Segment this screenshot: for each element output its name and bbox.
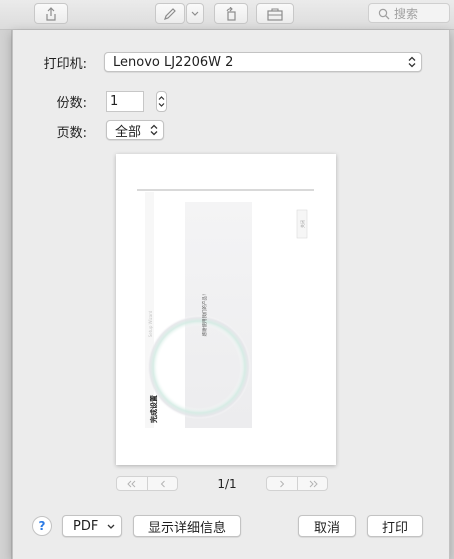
pages-label: 页数: (56, 126, 87, 141)
preview-document: 关闭 感谢使用我们的产品！ Setup Wizard 完成设置 (137, 189, 314, 428)
preview-title-text: 完成设置 (149, 395, 158, 423)
show-details-label: 显示详细信息 (147, 520, 226, 536)
prev-page-button[interactable] (147, 477, 177, 490)
stepper-arrows-icon (158, 96, 165, 107)
double-chevron-left-icon (127, 480, 136, 487)
share-icon (46, 6, 56, 21)
cancel-label: 取消 (313, 520, 340, 536)
next-page-button[interactable] (267, 477, 297, 490)
printer-select[interactable]: Lenovo LJ2206W 2 (104, 52, 422, 72)
window-sidebar-edge (0, 30, 12, 559)
search-placeholder: 搜索 (394, 6, 419, 21)
pdf-menu-button[interactable]: PDF (62, 515, 122, 537)
help-button[interactable]: ? (32, 516, 52, 536)
select-arrows-icon (408, 56, 416, 68)
corner-tag-text: 关闭 (299, 220, 305, 228)
rotate-icon (226, 6, 236, 21)
share-button[interactable] (34, 3, 68, 24)
chevron-down-icon (191, 11, 199, 16)
chevron-left-icon (160, 480, 165, 487)
window-right-edge (450, 30, 454, 559)
page-indicator: 1/1 (217, 477, 237, 491)
first-page-button[interactable] (117, 477, 147, 490)
print-button[interactable]: 打印 (367, 515, 423, 537)
annotate-button[interactable] (155, 3, 185, 24)
pages-value: 全部 (115, 124, 142, 140)
copies-stepper[interactable] (156, 91, 167, 112)
window-toolbar: 搜索 (0, 0, 454, 30)
chevron-right-icon (280, 480, 285, 487)
show-details-button[interactable]: 显示详细信息 (133, 515, 241, 537)
search-icon (378, 8, 390, 20)
print-label: 打印 (381, 520, 408, 536)
printer-value: Lenovo LJ2206W 2 (113, 54, 234, 70)
annotate-menu-button[interactable] (186, 3, 204, 24)
left-margin-band (145, 192, 154, 428)
page-preview: 关闭 感谢使用我们的产品！ Setup Wizard 完成设置 (116, 154, 336, 465)
copies-label: 份数: (56, 96, 87, 111)
preview-side-text: Setup Wizard (148, 310, 153, 337)
prev-page-controls (116, 476, 178, 491)
pen-icon (164, 7, 176, 20)
cancel-button[interactable]: 取消 (298, 515, 356, 537)
help-icon: ? (38, 519, 46, 533)
printer-label: 打印机: (43, 57, 87, 72)
preview-center-text: 感谢使用我们的产品！ (201, 292, 208, 337)
toolbox-icon (267, 7, 283, 21)
decorative-ring (147, 315, 251, 419)
chevron-down-icon (107, 524, 115, 529)
copies-field[interactable]: 1 (106, 91, 144, 112)
double-chevron-right-icon (309, 480, 318, 487)
copies-value: 1 (110, 94, 119, 109)
last-page-button[interactable] (297, 477, 327, 490)
print-dialog: 打印机: Lenovo LJ2206W 2 份数: 1 页数: 全部 关闭 感谢… (12, 30, 450, 559)
search-input[interactable]: 搜索 (368, 3, 450, 23)
toolbox-button[interactable] (256, 3, 294, 24)
next-page-controls (266, 476, 328, 491)
select-arrows-icon (150, 124, 158, 136)
pdf-label: PDF (73, 518, 99, 534)
rotate-button[interactable] (214, 3, 248, 24)
pages-select[interactable]: 全部 (106, 120, 164, 140)
